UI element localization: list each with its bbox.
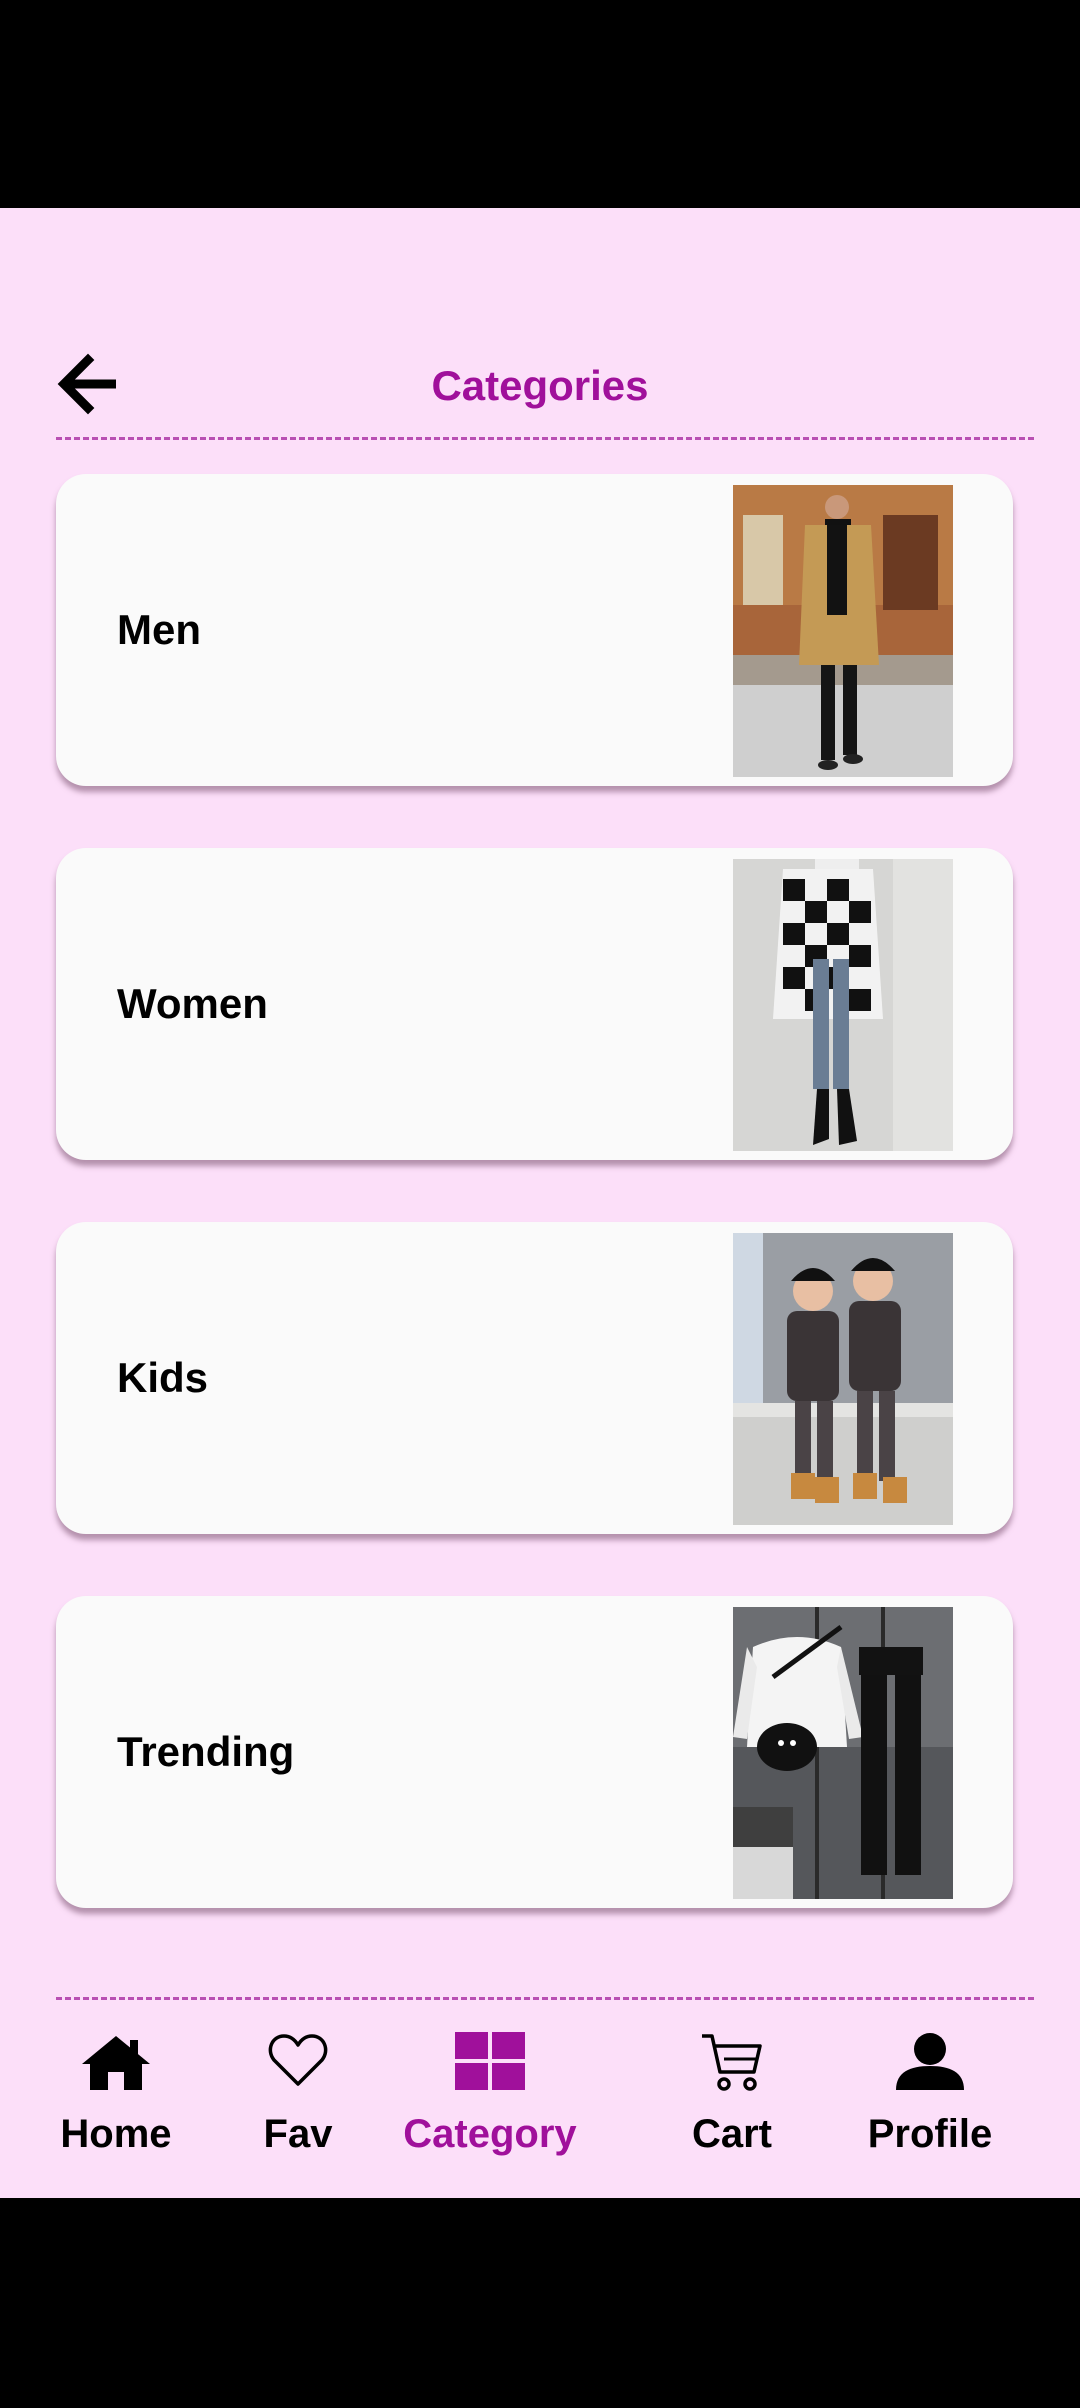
nav-label: Home <box>60 2112 172 2156</box>
category-card-women[interactable]: Women <box>56 848 1013 1160</box>
home-icon <box>82 2036 150 2090</box>
category-image-women <box>733 859 953 1151</box>
nav-fav[interactable]: Fav <box>243 2032 353 2182</box>
bottom-nav: Home Fav Category Cart Profile <box>0 2000 1080 2198</box>
status-bar <box>0 0 1080 208</box>
category-label: Trending <box>117 1728 295 1775</box>
cart-icon <box>702 2034 762 2091</box>
nav-label: Category <box>403 2112 577 2156</box>
category-label: Women <box>117 980 268 1027</box>
person-icon <box>896 2033 964 2090</box>
nav-label: Fav <box>263 2112 333 2156</box>
category-card-trending[interactable]: Trending <box>56 1596 1013 1908</box>
grid-icon <box>455 2032 525 2090</box>
header-divider <box>56 437 1034 440</box>
category-label: Kids <box>117 1354 209 1401</box>
nav-category[interactable]: Category <box>390 2032 590 2182</box>
category-image-trending <box>733 1607 953 1899</box>
nav-label: Profile <box>867 2112 993 2156</box>
category-card-kids[interactable]: Kids <box>56 1222 1013 1534</box>
heart-icon <box>268 2034 328 2086</box>
page-title: Categories <box>431 362 649 409</box>
nav-cart[interactable]: Cart <box>672 2032 792 2182</box>
category-card-men[interactable]: Men <box>56 474 1013 786</box>
category-image-kids <box>733 1233 953 1525</box>
system-nav-bar <box>0 2198 1080 2408</box>
nav-home[interactable]: Home <box>50 2032 182 2182</box>
top-app-bar: Categories <box>0 340 1080 440</box>
category-label: Men <box>117 606 201 653</box>
category-image-men <box>733 485 953 777</box>
nav-label: Cart <box>691 2112 773 2156</box>
nav-profile[interactable]: Profile <box>855 2032 1005 2182</box>
